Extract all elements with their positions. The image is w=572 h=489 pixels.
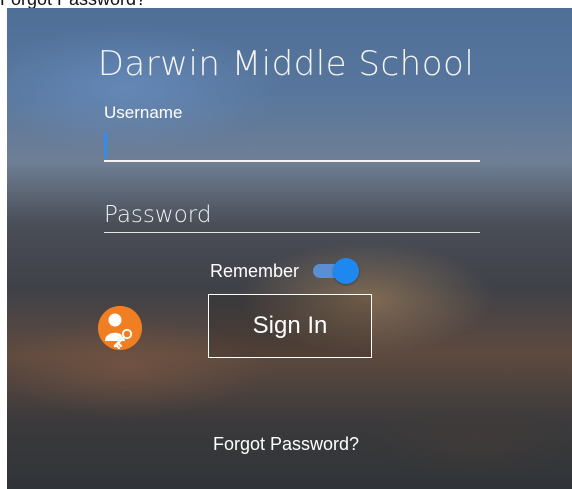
remember-toggle[interactable] bbox=[313, 258, 360, 284]
user-key-svg bbox=[98, 306, 142, 350]
remember-row: Remember bbox=[210, 258, 360, 284]
login-screen: Darwin Middle School Username Remember S… bbox=[7, 8, 572, 489]
toggle-thumb[interactable] bbox=[333, 258, 360, 284]
clipped-heading-text: Forgot Password? bbox=[0, 0, 146, 8]
forgot-password-link[interactable]: Forgot Password? bbox=[7, 434, 572, 455]
remember-label: Remember bbox=[210, 260, 300, 281]
clipped-heading: Forgot Password? bbox=[0, 0, 572, 8]
text-caret bbox=[104, 132, 107, 158]
username-input[interactable] bbox=[104, 126, 480, 160]
username-label: Username bbox=[104, 103, 183, 122]
user-key-icon bbox=[98, 306, 142, 350]
username-field[interactable] bbox=[104, 126, 480, 162]
password-input[interactable] bbox=[104, 198, 480, 232]
sign-in-button[interactable]: Sign In bbox=[208, 294, 372, 358]
school-title: Darwin Middle School bbox=[97, 44, 475, 84]
password-field[interactable] bbox=[104, 198, 480, 233]
